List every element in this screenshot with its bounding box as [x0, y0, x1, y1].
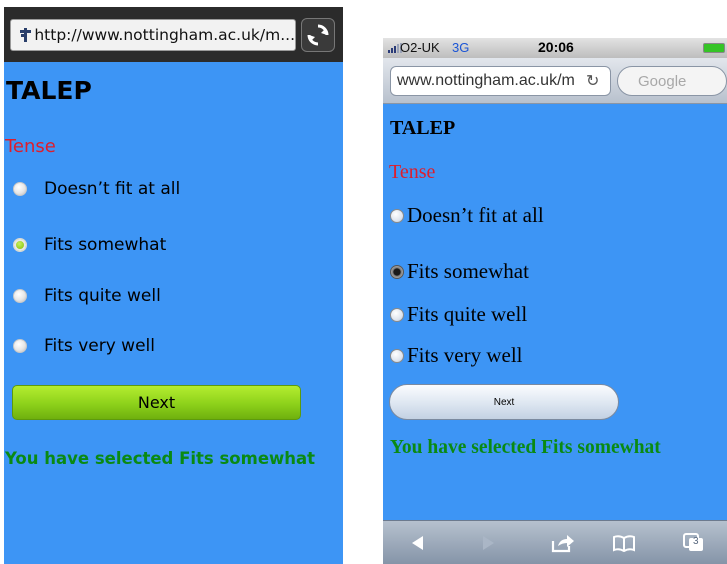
page-title: TALEP [6, 76, 92, 105]
status-time: 20:06 [538, 39, 574, 55]
option-fits-somewhat[interactable]: Fits somewhat [13, 235, 166, 255]
reload-icon[interactable]: ↻ [586, 71, 599, 90]
radio-button[interactable] [13, 182, 27, 196]
option-fits-somewhat[interactable]: Fits somewhat [390, 259, 529, 284]
radio-button[interactable] [390, 208, 404, 223]
tab-count: 3 [693, 536, 699, 547]
bookmarks-icon[interactable] [609, 521, 639, 564]
url-text: www.nottingham.ac.uk/m [397, 72, 575, 89]
back-icon[interactable] [403, 521, 433, 564]
option-fits-very-well[interactable]: Fits very well [390, 343, 523, 368]
radio-button-selected[interactable] [13, 238, 27, 252]
option-label: Doesn’t fit at all [44, 179, 181, 199]
url-field[interactable]: www.nottingham.ac.uk/m ↻ [390, 66, 611, 96]
next-button[interactable]: Next [389, 384, 619, 420]
carrier-name: O2-UK [400, 40, 440, 55]
radio-button[interactable] [390, 307, 404, 322]
section-label: Tense [5, 136, 56, 157]
network-type: 3G [452, 40, 470, 55]
next-button[interactable]: Next [12, 385, 301, 420]
radio-button-selected[interactable] [390, 264, 404, 279]
search-input[interactable]: Google [617, 66, 727, 96]
option-doesnt-fit[interactable]: Doesn’t fit at all [13, 179, 180, 199]
refresh-icon[interactable] [301, 18, 335, 52]
status-bar: O2-UK 3G 20:06 [383, 38, 727, 58]
option-fits-quite-well[interactable]: Fits quite well [390, 302, 527, 327]
radio-button[interactable] [13, 339, 27, 353]
address-bar: http://www.nottingham.ac.uk/m... [4, 7, 343, 62]
option-label: Fits very well [44, 336, 155, 356]
share-icon[interactable] [548, 521, 578, 564]
page-title: TALEP [390, 117, 456, 139]
battery-icon [703, 43, 725, 53]
option-fits-quite-well[interactable]: Fits quite well [13, 286, 161, 306]
site-favicon-icon [20, 28, 31, 42]
forward-icon[interactable] [473, 521, 503, 564]
radio-button[interactable] [13, 289, 27, 303]
option-fits-very-well[interactable]: Fits very well [13, 336, 155, 356]
option-label: Fits quite well [44, 286, 161, 306]
tabs-icon[interactable]: 3 [679, 521, 709, 564]
url-field[interactable]: http://www.nottingham.ac.uk/m... [10, 19, 296, 51]
radio-button[interactable] [390, 348, 404, 363]
option-doesnt-fit[interactable]: Doesn’t fit at all [390, 203, 544, 228]
selection-message: You have selected Fits somewhat [5, 449, 316, 468]
option-label: Doesn’t fit at all [407, 203, 544, 227]
android-browser-screen: http://www.nottingham.ac.uk/m... TALEP T… [4, 7, 343, 564]
safari-toolbar: 3 [383, 520, 727, 564]
url-text: http://www.nottingham.ac.uk/m... [34, 26, 295, 44]
option-label: Fits somewhat [44, 235, 167, 255]
option-label: Fits very well [407, 343, 523, 367]
option-label: Fits quite well [407, 302, 528, 326]
selection-message: You have selected Fits somewhat [390, 437, 661, 458]
section-label: Tense [389, 161, 436, 183]
iphone-browser-screen: O2-UK 3G 20:06 www.nottingham.ac.uk/m ↻ … [383, 38, 727, 564]
safari-navigation-bar: www.nottingham.ac.uk/m ↻ Google [383, 58, 727, 104]
option-label: Fits somewhat [407, 259, 529, 283]
